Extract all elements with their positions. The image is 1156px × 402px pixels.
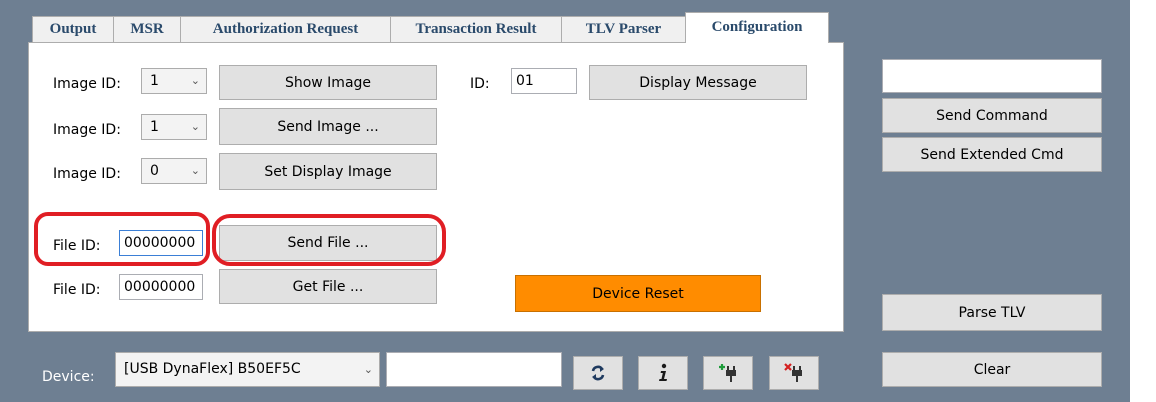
- message-id-input[interactable]: 01: [511, 68, 577, 94]
- tab-authorization-request[interactable]: Authorization Request: [180, 16, 391, 42]
- device-select[interactable]: [USB DynaFlex] B50EF5C ⌄: [115, 352, 380, 387]
- device-select-value: [USB DynaFlex] B50EF5C: [124, 361, 301, 377]
- tab-output[interactable]: Output: [32, 16, 114, 42]
- highlight-ring: [34, 212, 210, 266]
- send-extended-cmd-button[interactable]: Send Extended Cmd: [882, 137, 1102, 172]
- chevron-down-icon: ⌄: [363, 363, 373, 376]
- connect-icon: [719, 364, 736, 382]
- tab-configuration[interactable]: Configuration: [685, 12, 829, 43]
- info-button[interactable]: [638, 356, 688, 390]
- refresh-icon: [591, 365, 605, 381]
- connect-button[interactable]: [703, 356, 753, 390]
- image-id-label: Image ID:: [53, 76, 121, 92]
- info-icon: [659, 363, 667, 381]
- image-id-select[interactable]: 1 ⌄: [141, 68, 207, 94]
- parse-tlv-button[interactable]: Parse TLV: [882, 294, 1102, 331]
- disconnect-button[interactable]: [769, 356, 819, 390]
- display-message-button[interactable]: Display Message: [589, 65, 807, 100]
- get-file-button[interactable]: Get File ...: [219, 269, 437, 304]
- message-id-label: ID:: [470, 76, 490, 92]
- refresh-button[interactable]: [573, 356, 623, 390]
- image-id-select[interactable]: 1 ⌄: [141, 114, 207, 140]
- set-display-image-button[interactable]: Set Display Image: [219, 153, 437, 190]
- configuration-panel: Image ID: 1 ⌄ Show Image Image ID: 1 ⌄ S…: [28, 42, 844, 332]
- image-id-label: Image ID:: [53, 122, 121, 138]
- chevron-down-icon: ⌄: [190, 164, 200, 177]
- send-image-button[interactable]: Send Image ...: [219, 108, 437, 145]
- chevron-down-icon: ⌄: [190, 120, 200, 133]
- command-input[interactable]: [882, 59, 1102, 93]
- tab-tlv-parser[interactable]: TLV Parser: [561, 16, 686, 42]
- image-id-value: 1: [150, 73, 159, 89]
- image-id-value: 0: [150, 163, 159, 179]
- show-image-button[interactable]: Show Image: [219, 65, 437, 100]
- device-label: Device:: [42, 369, 95, 385]
- clear-button[interactable]: Clear: [882, 352, 1102, 387]
- app-window: Output MSR Authorization Request Transac…: [0, 0, 1130, 402]
- highlight-ring: [212, 214, 446, 266]
- device-status-field[interactable]: [386, 352, 562, 387]
- file-id-input[interactable]: 00000000: [119, 274, 203, 300]
- disconnect-icon: [784, 363, 802, 382]
- tab-transaction-result[interactable]: Transaction Result: [390, 16, 562, 42]
- window-edge: [1130, 0, 1156, 402]
- send-command-button[interactable]: Send Command: [882, 98, 1102, 133]
- image-id-label: Image ID:: [53, 166, 121, 182]
- tab-msr[interactable]: MSR: [113, 16, 181, 42]
- image-id-value: 1: [150, 119, 159, 135]
- chevron-down-icon: ⌄: [190, 74, 200, 87]
- image-id-select[interactable]: 0 ⌄: [141, 158, 207, 184]
- device-reset-button[interactable]: Device Reset: [515, 275, 761, 312]
- file-id-label: File ID:: [53, 282, 101, 298]
